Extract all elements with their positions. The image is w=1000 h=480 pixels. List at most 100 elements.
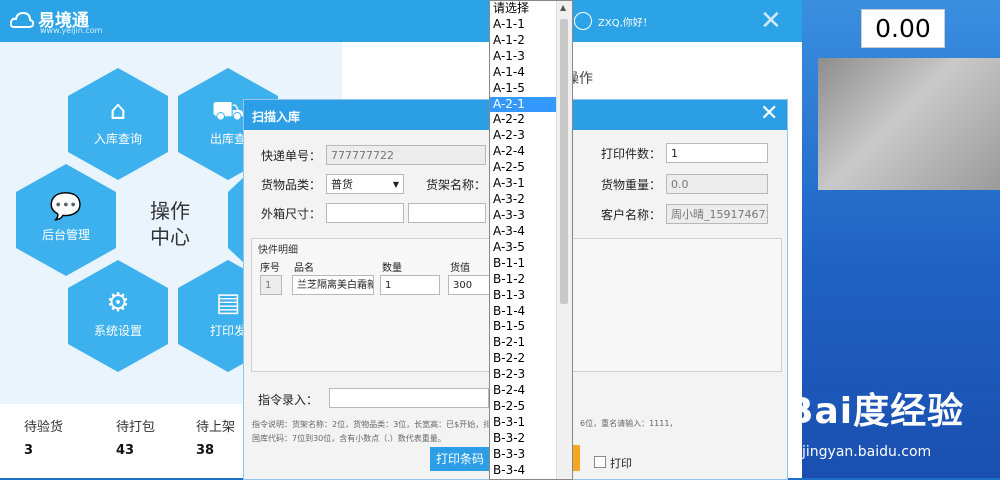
app-header: 易境通 www.yeijin.com ZXQ,你好！ ✕ bbox=[0, 0, 802, 42]
shelf-name-dropdown-list[interactable]: 请选择 A-1-1 A-1-2 A-1-3 A-1-4 A-1-5 A-2-1 A-2-2 A-… bbox=[489, 0, 573, 480]
dropdown-option[interactable]: A-2-3 bbox=[490, 128, 556, 144]
hex-label: 系统设置 bbox=[93, 324, 142, 338]
command-hint-right: 6位，重名请输入：1111， bbox=[580, 419, 678, 428]
stat-pending-packing[interactable]: 待打包 43 bbox=[116, 416, 155, 458]
category-label: 货物品类： bbox=[261, 178, 322, 192]
stat-label: 待上架 bbox=[196, 420, 236, 435]
hex-label: 后台管理 bbox=[41, 228, 90, 242]
chat-icon: 💬 bbox=[49, 192, 83, 222]
stat-value: 38 bbox=[196, 443, 215, 458]
user-greeting: ZXQ,你好！ bbox=[598, 18, 653, 29]
stat-value: 43 bbox=[116, 443, 135, 458]
title-line-2: 中心 bbox=[150, 225, 190, 249]
dialog-title: 扫描入库 bbox=[252, 110, 301, 124]
customer-name-label: 客户名称： bbox=[601, 208, 662, 222]
stat-label: 待验货 bbox=[24, 420, 64, 435]
dropdown-option[interactable]: B-1-1 bbox=[490, 256, 556, 272]
box-size-width-input[interactable] bbox=[408, 203, 486, 223]
row-qty-input[interactable]: 1 bbox=[380, 275, 440, 295]
scroll-up-arrow-icon[interactable]: ▲ bbox=[560, 3, 566, 12]
dropdown-option[interactable]: B-2-5 bbox=[490, 399, 556, 415]
dropdown-option[interactable]: A-3-2 bbox=[490, 192, 556, 208]
hex-label: 打印发 bbox=[209, 324, 246, 338]
baidu-jingyan-watermark: Bai度经验 jingyan.baidu.com bbox=[786, 378, 996, 478]
dropdown-option[interactable]: B-2-1 bbox=[490, 335, 556, 351]
dropdown-option[interactable]: B-1-4 bbox=[490, 304, 556, 320]
dropdown-option[interactable]: A-1-2 bbox=[490, 33, 556, 49]
print-barcode-button[interactable]: 打印条码 bbox=[430, 447, 490, 471]
scrollbar-thumb[interactable] bbox=[560, 19, 568, 304]
dropdown-option[interactable]: A-1-3 bbox=[490, 49, 556, 65]
dropdown-option[interactable]: B-2-4 bbox=[490, 383, 556, 399]
row-value-input[interactable]: 300 bbox=[448, 275, 493, 295]
weight-input[interactable]: 0.0 bbox=[666, 174, 768, 194]
dropdown-option[interactable]: A-3-5 bbox=[490, 240, 556, 256]
watermark-logo: Bai度经验 bbox=[786, 391, 965, 432]
row-name-input[interactable]: 兰芝隔离美白霜新 bbox=[292, 275, 374, 295]
category-value: 普货 bbox=[331, 178, 353, 191]
desktop-thumbnail-image bbox=[818, 58, 1000, 190]
box-size-length-input[interactable] bbox=[326, 203, 404, 223]
stats-bar: 待验货 3 待打包 43 待上架 38 bbox=[0, 404, 250, 478]
hex-button-system-settings[interactable]: ⚙ 系统设置 bbox=[68, 260, 168, 372]
dropdown-option[interactable]: A-1-4 bbox=[490, 65, 556, 81]
app-logo-url: www.yeijin.com bbox=[40, 26, 103, 35]
dropdown-option[interactable]: B-1-3 bbox=[490, 288, 556, 304]
user-avatar-icon[interactable] bbox=[574, 12, 592, 30]
customer-name-input[interactable]: 周小晴_159174673 bbox=[666, 204, 768, 224]
shelf-name-label: 货架名称： bbox=[426, 178, 487, 192]
column-header-value: 货值 bbox=[450, 263, 470, 274]
column-header-name: 品名 bbox=[294, 263, 314, 274]
column-header-qty: 数量 bbox=[382, 263, 402, 274]
dropdown-option[interactable]: A-2-1 bbox=[490, 96, 556, 113]
print-checkbox[interactable] bbox=[594, 456, 606, 468]
amount-display: 0.00 bbox=[861, 9, 945, 48]
print-count-input[interactable]: 1 bbox=[666, 143, 768, 163]
dropdown-option[interactable]: A-3-1 bbox=[490, 176, 556, 192]
column-header-index: 序号 bbox=[260, 263, 280, 274]
box-size-label: 外箱尺寸： bbox=[261, 207, 322, 221]
dropdown-option[interactable]: B-2-2 bbox=[490, 351, 556, 367]
tracking-number-label: 快递单号： bbox=[261, 149, 322, 163]
stat-label: 待打包 bbox=[116, 420, 156, 435]
stat-value: 3 bbox=[24, 443, 34, 458]
stat-pending-shelving[interactable]: 待上架 38 bbox=[196, 416, 235, 458]
dropdown-option[interactable]: B-3-2 bbox=[490, 431, 556, 447]
dropdown-option[interactable]: B-3-1 bbox=[490, 415, 556, 431]
title-line-1: 操作 bbox=[150, 199, 190, 223]
hex-button-inbound-query[interactable]: ⌂ 入库查询 bbox=[68, 68, 168, 180]
hex-button-admin[interactable]: 💬 后台管理 bbox=[16, 164, 116, 276]
dropdown-option[interactable]: A-2-2 bbox=[490, 112, 556, 128]
cloud-logo-icon bbox=[10, 11, 34, 28]
dropdown-option[interactable]: A-1-5 bbox=[490, 81, 556, 97]
app-close-icon[interactable]: ✕ bbox=[760, 6, 782, 36]
chevron-down-icon: ▼ bbox=[392, 180, 399, 189]
operation-center-title: 操作 中心 bbox=[140, 198, 200, 250]
dialog-close-icon[interactable]: ✕ bbox=[760, 101, 778, 126]
dropdown-option[interactable]: A-1-1 bbox=[490, 17, 556, 33]
print-count-label: 打印件数： bbox=[601, 147, 662, 161]
hex-label: 出库查 bbox=[209, 132, 246, 146]
warehouse-icon: ⌂ bbox=[109, 96, 127, 126]
dropdown-option[interactable]: 请选择 bbox=[490, 1, 556, 17]
dropdown-option[interactable]: B-1-5 bbox=[490, 319, 556, 335]
row-index-cell: 1 bbox=[260, 275, 282, 295]
command-input-label: 指令录入： bbox=[258, 393, 319, 407]
dropdown-option[interactable]: B-2-3 bbox=[490, 367, 556, 383]
dropdown-option[interactable]: A-2-5 bbox=[490, 160, 556, 176]
print-checkbox-label: 打印 bbox=[610, 457, 632, 470]
dropdown-option[interactable]: B-1-2 bbox=[490, 272, 556, 288]
command-input[interactable] bbox=[329, 388, 489, 408]
dropdown-option[interactable]: A-3-3 bbox=[490, 208, 556, 224]
dropdown-option[interactable]: A-2-4 bbox=[490, 144, 556, 160]
stat-pending-inspection[interactable]: 待验货 3 bbox=[24, 416, 63, 458]
watermark-url: jingyan.baidu.com bbox=[802, 444, 932, 460]
dropdown-scrollbar[interactable]: ▲ bbox=[556, 1, 572, 479]
category-select[interactable]: 普货 ▼ bbox=[326, 174, 404, 194]
tracking-number-input[interactable]: 777777722 bbox=[326, 145, 486, 165]
group-title: 快件明细 bbox=[258, 245, 298, 256]
dropdown-option[interactable]: B-3-4 bbox=[490, 463, 556, 479]
dropdown-options: 请选择 A-1-1 A-1-2 A-1-3 A-1-4 A-1-5 A-2-1 A-2-2 A-… bbox=[490, 1, 556, 479]
dropdown-option[interactable]: A-3-4 bbox=[490, 224, 556, 240]
dropdown-option[interactable]: B-3-3 bbox=[490, 447, 556, 463]
